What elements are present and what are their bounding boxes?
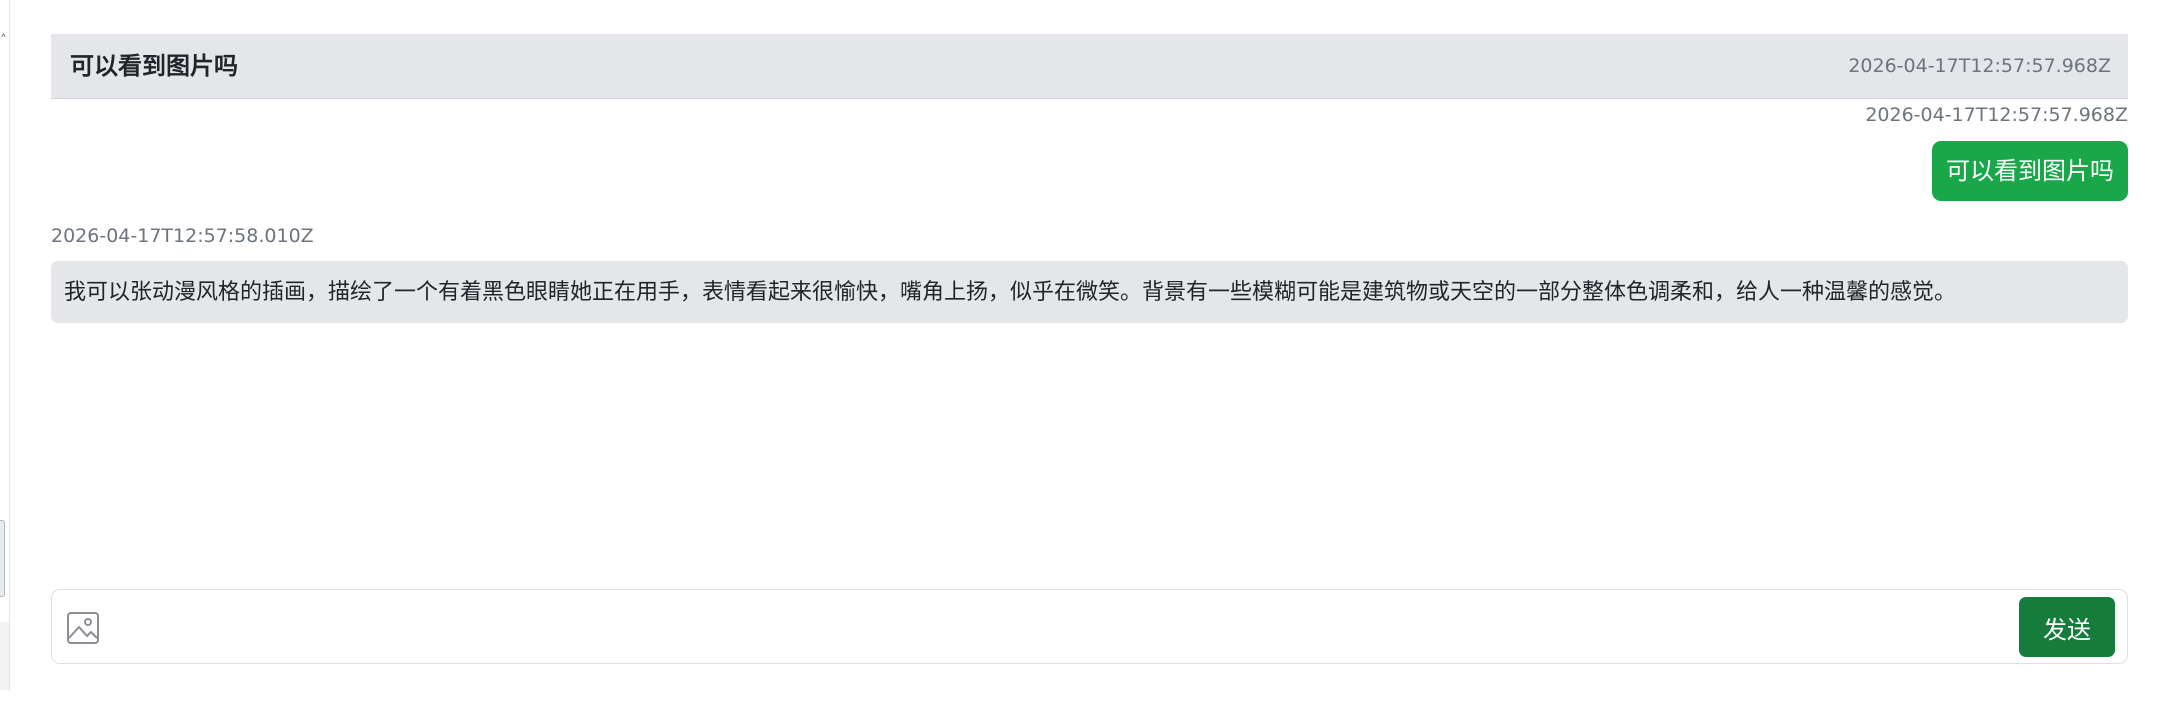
user-message-timestamp: 2026-04-17T12:57:57.968Z bbox=[1865, 104, 2128, 126]
message-composer: 发送 bbox=[51, 589, 2128, 664]
send-button[interactable]: 发送 bbox=[2019, 597, 2115, 657]
message-input[interactable] bbox=[114, 600, 2058, 656]
collapse-caret-icon[interactable]: ˄ bbox=[0, 34, 7, 48]
image-icon[interactable] bbox=[66, 611, 100, 645]
assistant-message-timestamp: 2026-04-17T12:57:58.010Z bbox=[51, 225, 314, 247]
assistant-message-bubble: 我可以张动漫风格的插画，描绘了一个有着黑色眼睛她正在用手，表情看起来很愉快，嘴角… bbox=[51, 261, 2128, 323]
conversation-title: 可以看到图片吗 bbox=[70, 52, 238, 80]
side-panel-footer bbox=[0, 622, 9, 690]
conversation-timestamp: 2026-04-17T12:57:57.968Z bbox=[1848, 55, 2111, 77]
conversation-header: 可以看到图片吗 2026-04-17T12:57:57.968Z bbox=[51, 34, 2128, 99]
user-message-bubble: 可以看到图片吗 bbox=[1932, 141, 2128, 201]
side-scrollbar-thumb[interactable] bbox=[0, 520, 5, 597]
side-panel-edge: ˄ bbox=[0, 0, 10, 690]
